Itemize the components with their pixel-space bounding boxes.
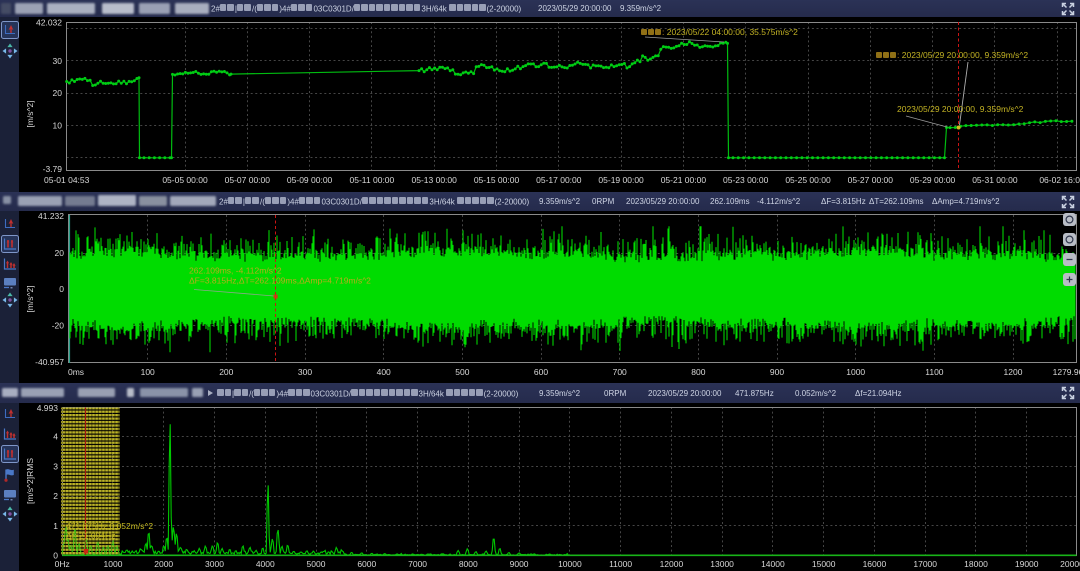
svg-text:-3.79: -3.79 (43, 164, 63, 174)
svg-text:4: 4 (53, 432, 58, 442)
svg-text:11000: 11000 (609, 559, 632, 569)
svg-text:800: 800 (691, 367, 705, 377)
svg-text:262.109ms, -4.112m/s^2: 262.109ms, -4.112m/s^2 (189, 266, 282, 276)
svg-text:700: 700 (613, 367, 627, 377)
svg-text:0ms: 0ms (68, 367, 84, 377)
svg-text:1100: 1100 (925, 367, 944, 377)
svg-text:05-25 00:00: 05-25 00:00 (785, 175, 831, 185)
svg-text:42.032: 42.032 (36, 18, 62, 28)
svg-text:20000: 20000 (1060, 559, 1080, 569)
svg-text:3: 3 (53, 461, 58, 471)
svg-text:10: 10 (53, 121, 63, 131)
svg-text:0: 0 (59, 284, 64, 294)
svg-text:100: 100 (141, 367, 155, 377)
svg-text:[m/s^2]: [m/s^2] (25, 285, 35, 312)
svg-text:05-31 00:00: 05-31 00:00 (972, 175, 1018, 185)
svg-text:05-11 00:00: 05-11 00:00 (350, 175, 395, 185)
svg-text:12000: 12000 (660, 559, 684, 569)
svg-text:1000: 1000 (104, 559, 123, 569)
svg-text:7000: 7000 (408, 559, 427, 569)
svg-text:Δf=21.094Hz: Δf=21.094Hz (66, 531, 115, 541)
svg-text:1200: 1200 (1004, 367, 1023, 377)
svg-text:[m/s^2]RMS: [m/s^2]RMS (25, 458, 35, 504)
svg-text:ΔF=3.815Hz,ΔT=262.109ms,ΔAmp=4: ΔF=3.815Hz,ΔT=262.109ms,ΔAmp=4.719m/s^2 (189, 276, 371, 286)
svg-text:14000: 14000 (761, 559, 785, 569)
svg-text:300: 300 (298, 367, 312, 377)
svg-text:400: 400 (377, 367, 391, 377)
svg-text:2000: 2000 (154, 559, 173, 569)
svg-text:05-07 00:00: 05-07 00:00 (225, 175, 271, 185)
svg-text:-40.957: -40.957 (35, 357, 64, 367)
svg-text:5000: 5000 (307, 559, 326, 569)
svg-text:1: 1 (53, 521, 58, 531)
svg-text:-20: -20 (52, 320, 65, 330)
svg-text:05-29 00:00: 05-29 00:00 (910, 175, 956, 185)
svg-text:05-17 00:00: 05-17 00:00 (536, 175, 582, 185)
svg-text:16000: 16000 (863, 559, 887, 569)
svg-text:9000: 9000 (510, 559, 529, 569)
svg-text:[m/s^2]: [m/s^2] (25, 100, 35, 127)
svg-text:05-05 00:00: 05-05 00:00 (162, 175, 208, 185)
svg-text:13000: 13000 (710, 559, 734, 569)
svg-text:18000: 18000 (964, 559, 988, 569)
svg-text:20: 20 (55, 248, 65, 258)
svg-text:17000: 17000 (913, 559, 937, 569)
svg-text:19000: 19000 (1015, 559, 1039, 569)
svg-text:600: 600 (534, 367, 548, 377)
svg-text:1279.96: 1279.96 (1053, 367, 1080, 377)
svg-text:471.875Hz,0.052m/s^2: 471.875Hz,0.052m/s^2 (66, 521, 153, 531)
svg-text:200: 200 (219, 367, 233, 377)
svg-text:2: 2 (53, 491, 58, 501)
svg-text:05-27 00:00: 05-27 00:00 (848, 175, 894, 185)
svg-text:05-21 00:00: 05-21 00:00 (661, 175, 707, 185)
svg-text:05-15 00:00: 05-15 00:00 (474, 175, 520, 185)
svg-text:20: 20 (53, 88, 63, 98)
svg-text:3000: 3000 (205, 559, 224, 569)
svg-text:05-09 00:00: 05-09 00:00 (287, 175, 333, 185)
svg-text:0Hz: 0Hz (55, 559, 70, 569)
svg-text:10000: 10000 (558, 559, 582, 569)
svg-text:30: 30 (53, 56, 63, 66)
svg-text:15000: 15000 (812, 559, 836, 569)
svg-text:41.232: 41.232 (38, 211, 64, 221)
svg-text:05-19 00:00: 05-19 00:00 (598, 175, 644, 185)
svg-text:8000: 8000 (459, 559, 478, 569)
svg-text:05-13 00:00: 05-13 00:00 (412, 175, 458, 185)
svg-text:1000: 1000 (846, 367, 865, 377)
svg-text:4.993: 4.993 (37, 403, 59, 413)
svg-text:05-23 00:00: 05-23 00:00 (723, 175, 769, 185)
svg-text:06-02 16:00: 06-02 16:00 (1039, 175, 1080, 185)
svg-text:05-01 04:53: 05-01 04:53 (44, 175, 90, 185)
svg-text:6000: 6000 (357, 559, 376, 569)
svg-text:4000: 4000 (256, 559, 275, 569)
svg-text:500: 500 (455, 367, 469, 377)
svg-text:900: 900 (770, 367, 784, 377)
